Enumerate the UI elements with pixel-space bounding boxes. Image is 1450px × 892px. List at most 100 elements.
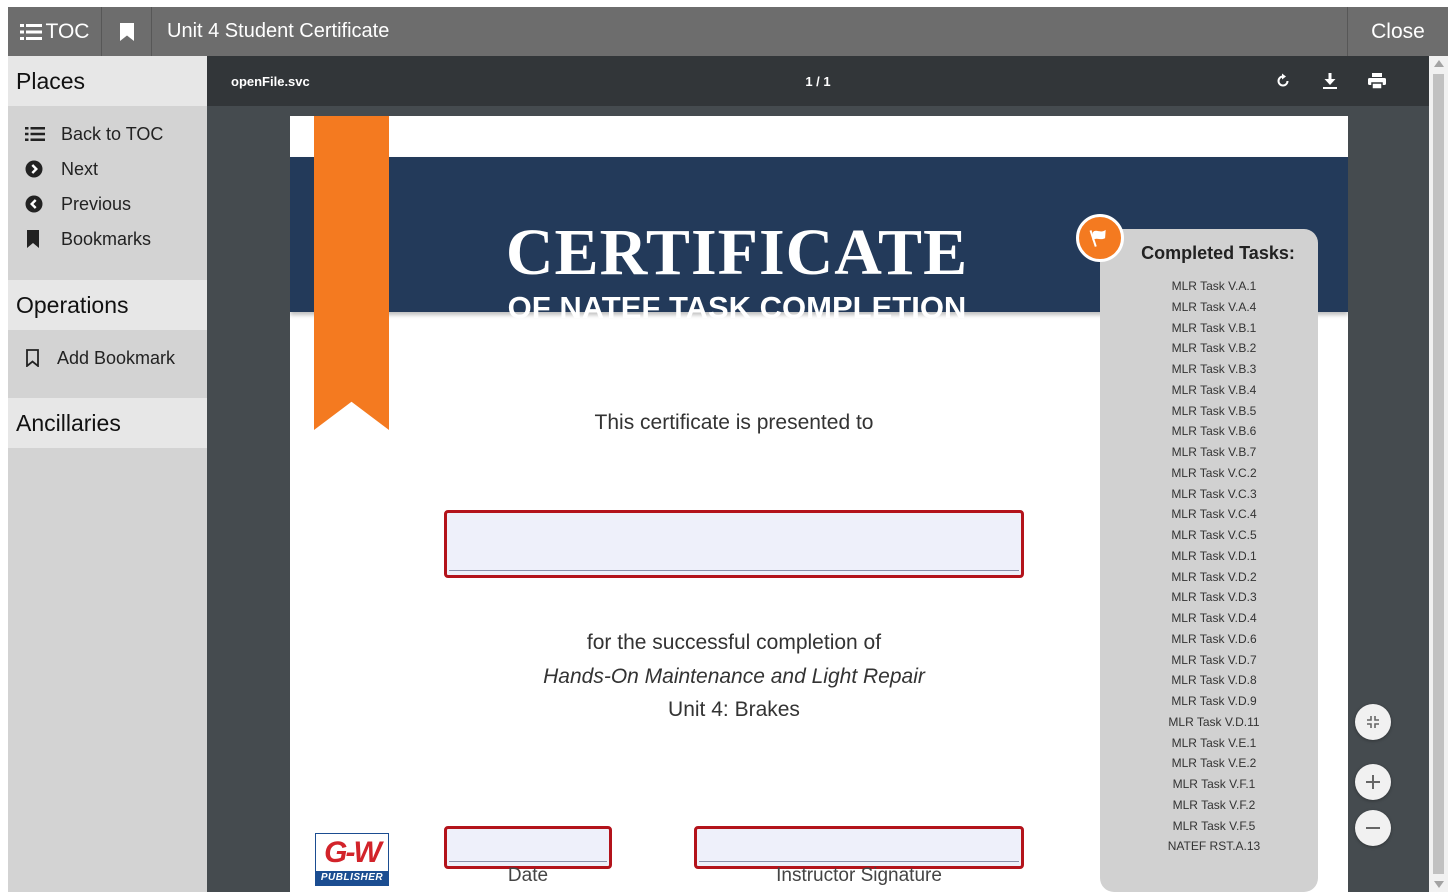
operations-heading: Operations [8, 280, 207, 330]
task-item: MLR Task V.D.6 [1171, 631, 1257, 646]
sidebar-item-next[interactable]: Next [25, 154, 98, 184]
plus-icon [1366, 775, 1380, 789]
task-item: MLR Task V.D.2 [1171, 569, 1257, 584]
task-item: MLR Task V.B.6 [1171, 424, 1257, 439]
course-title: Hands-On Maintenance and Light Repair [543, 665, 925, 688]
task-item: MLR Task V.B.2 [1171, 341, 1257, 356]
ribbon-decoration [314, 116, 389, 430]
date-label: Date [507, 865, 549, 886]
top-bar: TOC Unit 4 Student Certificate Close [8, 7, 1448, 56]
logo-subtext: PUBLISHER [316, 871, 388, 885]
sidebar-item-previous[interactable]: Previous [25, 189, 131, 219]
sidebar-item-label: Next [61, 158, 99, 179]
toolbar-divider [151, 7, 152, 56]
sidebar-item-back-to-toc[interactable]: Back to TOC [25, 119, 163, 149]
task-item: MLR Task V.D.7 [1171, 652, 1257, 667]
signature-label: Instructor Signature [776, 865, 942, 886]
certificate-title: CERTIFICATE [505, 216, 969, 289]
bookmark-button[interactable] [102, 7, 151, 56]
fit-page-icon [1367, 716, 1379, 728]
date-field[interactable] [444, 826, 612, 869]
task-item: MLR Task V.D.1 [1171, 548, 1257, 563]
bookmark-outline-icon [26, 349, 39, 367]
zoom-in-button[interactable] [1355, 764, 1391, 800]
next-circle-icon [25, 160, 43, 178]
certificate-subtitle: OF NATEF TASK COMPLETION [507, 290, 967, 325]
task-item: MLR Task V.C.2 [1171, 465, 1257, 480]
task-item: MLR Task V.C.3 [1171, 486, 1257, 501]
task-item: MLR Task V.D.3 [1171, 590, 1257, 605]
completed-tasks-title: Completed Tasks: [1141, 243, 1295, 263]
fit-page-button[interactable] [1355, 704, 1391, 740]
sidebar-item-add-bookmark[interactable]: Add Bookmark [25, 343, 175, 373]
task-item: MLR Task V.A.1 [1171, 279, 1257, 293]
task-item: MLR Task V.B.3 [1171, 362, 1257, 376]
scroll-down-arrow-icon[interactable] [1434, 881, 1444, 888]
flag-badge [1076, 214, 1124, 262]
completion-text: for the successful completion of [586, 631, 882, 654]
task-item: MLR Task V.E.1 [1171, 735, 1257, 750]
task-item: MLR Task V.D.11 [1168, 714, 1260, 729]
task-item: MLR Task V.A.4 [1171, 299, 1257, 314]
file-name: openFile.svc [231, 73, 310, 89]
printer-icon [1368, 73, 1386, 89]
task-item: MLR Task V.B.5 [1171, 403, 1257, 418]
recipient-name-field[interactable] [444, 510, 1024, 578]
unit-title: Unit 4: Brakes [668, 698, 800, 721]
task-item: MLR Task V.F.5 [1172, 818, 1256, 833]
flag-icon [1089, 229, 1106, 247]
task-item: MLR Task V.B.1 [1171, 320, 1257, 335]
rotate-button[interactable] [1271, 69, 1295, 93]
completed-tasks-panel: Completed Tasks: MLR Task V.A.1 MLR Task … [1100, 229, 1318, 892]
sidebar-item-bookmarks[interactable]: Bookmarks [25, 224, 151, 254]
task-item: MLR Task V.D.9 [1171, 694, 1257, 708]
vertical-scrollbar[interactable] [1429, 56, 1448, 892]
document-title: Unit 4 Student Certificate [167, 20, 390, 42]
sidebar-item-label: Previous [61, 193, 132, 214]
instructor-signature-field[interactable] [694, 826, 1024, 869]
task-item: MLR Task V.D.4 [1171, 611, 1257, 625]
bookmark-icon [119, 22, 134, 41]
previous-circle-icon [25, 195, 43, 213]
places-heading: Places [8, 56, 207, 106]
toc-button[interactable]: TOC [8, 7, 101, 56]
download-button[interactable] [1318, 69, 1342, 93]
gw-publisher-logo: G-W PUBLISHER [315, 833, 389, 886]
sidebar-item-label: Back to TOC [61, 123, 164, 144]
list-icon [19, 23, 42, 40]
field-underline [699, 861, 1019, 862]
task-item: MLR Task V.E.2 [1171, 756, 1257, 771]
task-item: MLR Task V.D.8 [1171, 673, 1257, 688]
list-icon [25, 127, 45, 141]
pdf-toolbar: openFile.svc 1 / 1 [207, 56, 1429, 106]
sidebar: Places Back to TOC Next Previous Bookmar… [8, 56, 207, 892]
download-icon [1323, 73, 1337, 89]
presented-to-text: This certificate is presented to [594, 411, 874, 434]
print-button[interactable] [1365, 69, 1389, 93]
task-item: NATEF RST.A.13 [1167, 839, 1261, 854]
certificate-page: CERTIFICATE OF NATEF TASK COMPLETION Thi… [290, 116, 1348, 892]
app-window: TOC Unit 4 Student Certificate Close Pla… [8, 7, 1448, 892]
task-item: MLR Task V.B.7 [1171, 445, 1257, 459]
zoom-out-button[interactable] [1355, 810, 1391, 846]
scroll-thumb[interactable] [1433, 74, 1444, 874]
logo-text: G-W [324, 836, 382, 869]
scroll-up-arrow-icon[interactable] [1434, 60, 1444, 67]
task-item: MLR Task V.C.5 [1171, 528, 1257, 542]
close-button[interactable]: Close [1348, 7, 1448, 56]
toc-label: TOC [45, 19, 90, 43]
task-item: MLR Task V.F.2 [1172, 797, 1256, 812]
sidebar-item-label: Bookmarks [61, 228, 152, 249]
page-counter: 1 / 1 [805, 73, 831, 89]
sidebar-item-label: Add Bookmark [57, 347, 176, 368]
task-item: MLR Task V.B.4 [1171, 382, 1257, 397]
ancillaries-heading[interactable]: Ancillaries [8, 398, 207, 448]
field-underline [449, 570, 1019, 571]
minus-icon [1366, 827, 1380, 829]
field-underline [449, 861, 607, 862]
task-list: MLR Task V.A.1 MLR Task V.A.4 MLR Task V.B… [1100, 276, 1328, 857]
bookmark-icon [27, 230, 39, 248]
rotate-icon [1277, 73, 1289, 87]
task-item: MLR Task V.C.4 [1171, 507, 1257, 522]
task-item: MLR Task V.F.1 [1172, 777, 1256, 791]
